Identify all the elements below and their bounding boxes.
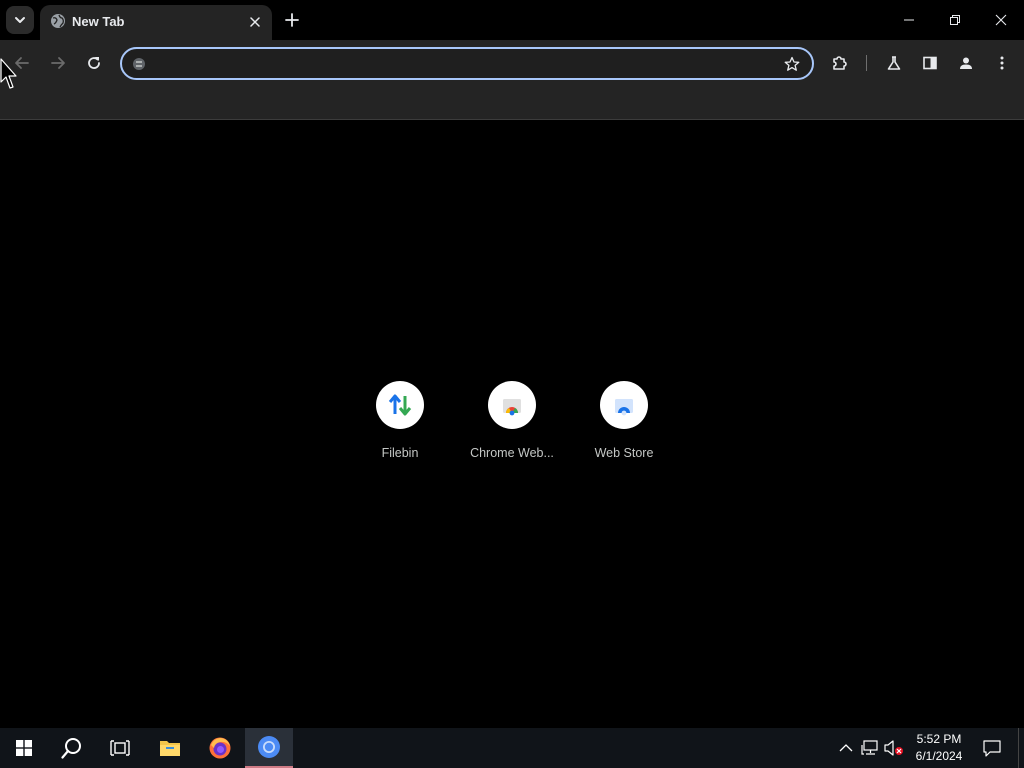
close-icon [995, 14, 1007, 26]
network-button[interactable] [860, 738, 880, 758]
chevron-up-icon [839, 744, 853, 752]
taskbar-search-button[interactable] [48, 728, 96, 768]
browser-toolbar [0, 40, 1024, 86]
task-view-button[interactable] [96, 728, 144, 768]
windows-start-icon [16, 740, 32, 756]
tab-new-tab[interactable]: New Tab [40, 5, 272, 40]
extensions-button[interactable] [826, 49, 854, 77]
reload-icon [88, 57, 100, 69]
minimize-button[interactable] [886, 0, 932, 40]
new-tab-button[interactable] [280, 9, 304, 31]
forward-arrow-icon [51, 57, 65, 69]
side-panel-button[interactable] [916, 49, 944, 77]
address-bar[interactable] [120, 47, 814, 80]
chrome-web-store-icon [503, 399, 521, 416]
show-hidden-icons-button[interactable] [836, 738, 856, 758]
shortcut-tile[interactable]: Chrome Web... [456, 371, 568, 471]
profile-icon [960, 57, 972, 69]
firefox-icon [209, 737, 231, 759]
profile-button[interactable] [952, 49, 980, 77]
shortcut-label: Web Store [594, 446, 654, 460]
web-store-icon [615, 399, 633, 416]
restore-icon [950, 15, 960, 25]
shortcut-tile[interactable]: Web Store [568, 371, 680, 471]
volume-muted-icon [884, 740, 903, 756]
tab-search-button[interactable] [6, 6, 34, 34]
taskbar-file-explorer[interactable] [146, 728, 194, 768]
network-icon [861, 740, 878, 755]
minimize-icon [904, 19, 914, 21]
globe-icon [50, 13, 66, 29]
up-down-arrows-icon [388, 394, 412, 416]
start-button[interactable] [0, 728, 48, 768]
toolbar-divider [866, 55, 867, 71]
shortcut-tile[interactable]: Filebin [344, 371, 456, 471]
forward-button[interactable] [44, 49, 72, 77]
close-tab-icon[interactable] [246, 13, 264, 31]
bookmark-bar [0, 86, 1024, 120]
clock-date: 6/1/2024 [915, 749, 963, 763]
taskbar-chrome[interactable] [245, 728, 293, 768]
file-explorer-icon [160, 741, 180, 756]
task-view-icon [110, 740, 130, 756]
flask-icon [887, 56, 901, 70]
shortcut-label: Chrome Web... [470, 446, 554, 460]
shortcut-icon-circle [488, 381, 536, 429]
reload-button[interactable] [80, 49, 108, 77]
volume-button[interactable] [884, 738, 904, 758]
taskbar-clock[interactable]: 5:52 PM 6/1/2024 [908, 731, 970, 765]
mouse-cursor-icon [0, 58, 17, 89]
shortcut-icon-circle [376, 381, 424, 429]
chevron-down-icon [15, 17, 25, 23]
more-vertical-icon [1000, 56, 1004, 70]
windows-taskbar: 5:52 PM 6/1/2024 [0, 728, 1024, 768]
puzzle-piece-icon [833, 56, 847, 70]
title-bar: New Tab [0, 0, 1024, 40]
bookmark-star-icon[interactable] [782, 54, 802, 74]
chrome-icon [258, 736, 280, 758]
google-lens-icon [131, 56, 147, 72]
search-icon [61, 738, 81, 759]
address-input[interactable] [154, 53, 774, 75]
restore-button[interactable] [932, 0, 978, 40]
shortcut-icon-circle [600, 381, 648, 429]
labs-button[interactable] [880, 49, 908, 77]
clock-time: 5:52 PM [916, 732, 962, 746]
close-window-button[interactable] [978, 0, 1024, 40]
taskbar-firefox[interactable] [196, 728, 244, 768]
tab-title: New Tab [72, 14, 125, 29]
plus-icon [285, 13, 299, 27]
shortcut-label: Filebin [381, 446, 419, 460]
action-center-button[interactable] [982, 738, 1002, 758]
menu-button[interactable] [988, 49, 1016, 77]
notifications-icon [983, 740, 1001, 757]
show-desktop-button[interactable] [1018, 728, 1019, 768]
side-panel-icon [923, 56, 937, 70]
new-tab-page: Filebin Chrome Web... Web Store [0, 121, 1024, 728]
